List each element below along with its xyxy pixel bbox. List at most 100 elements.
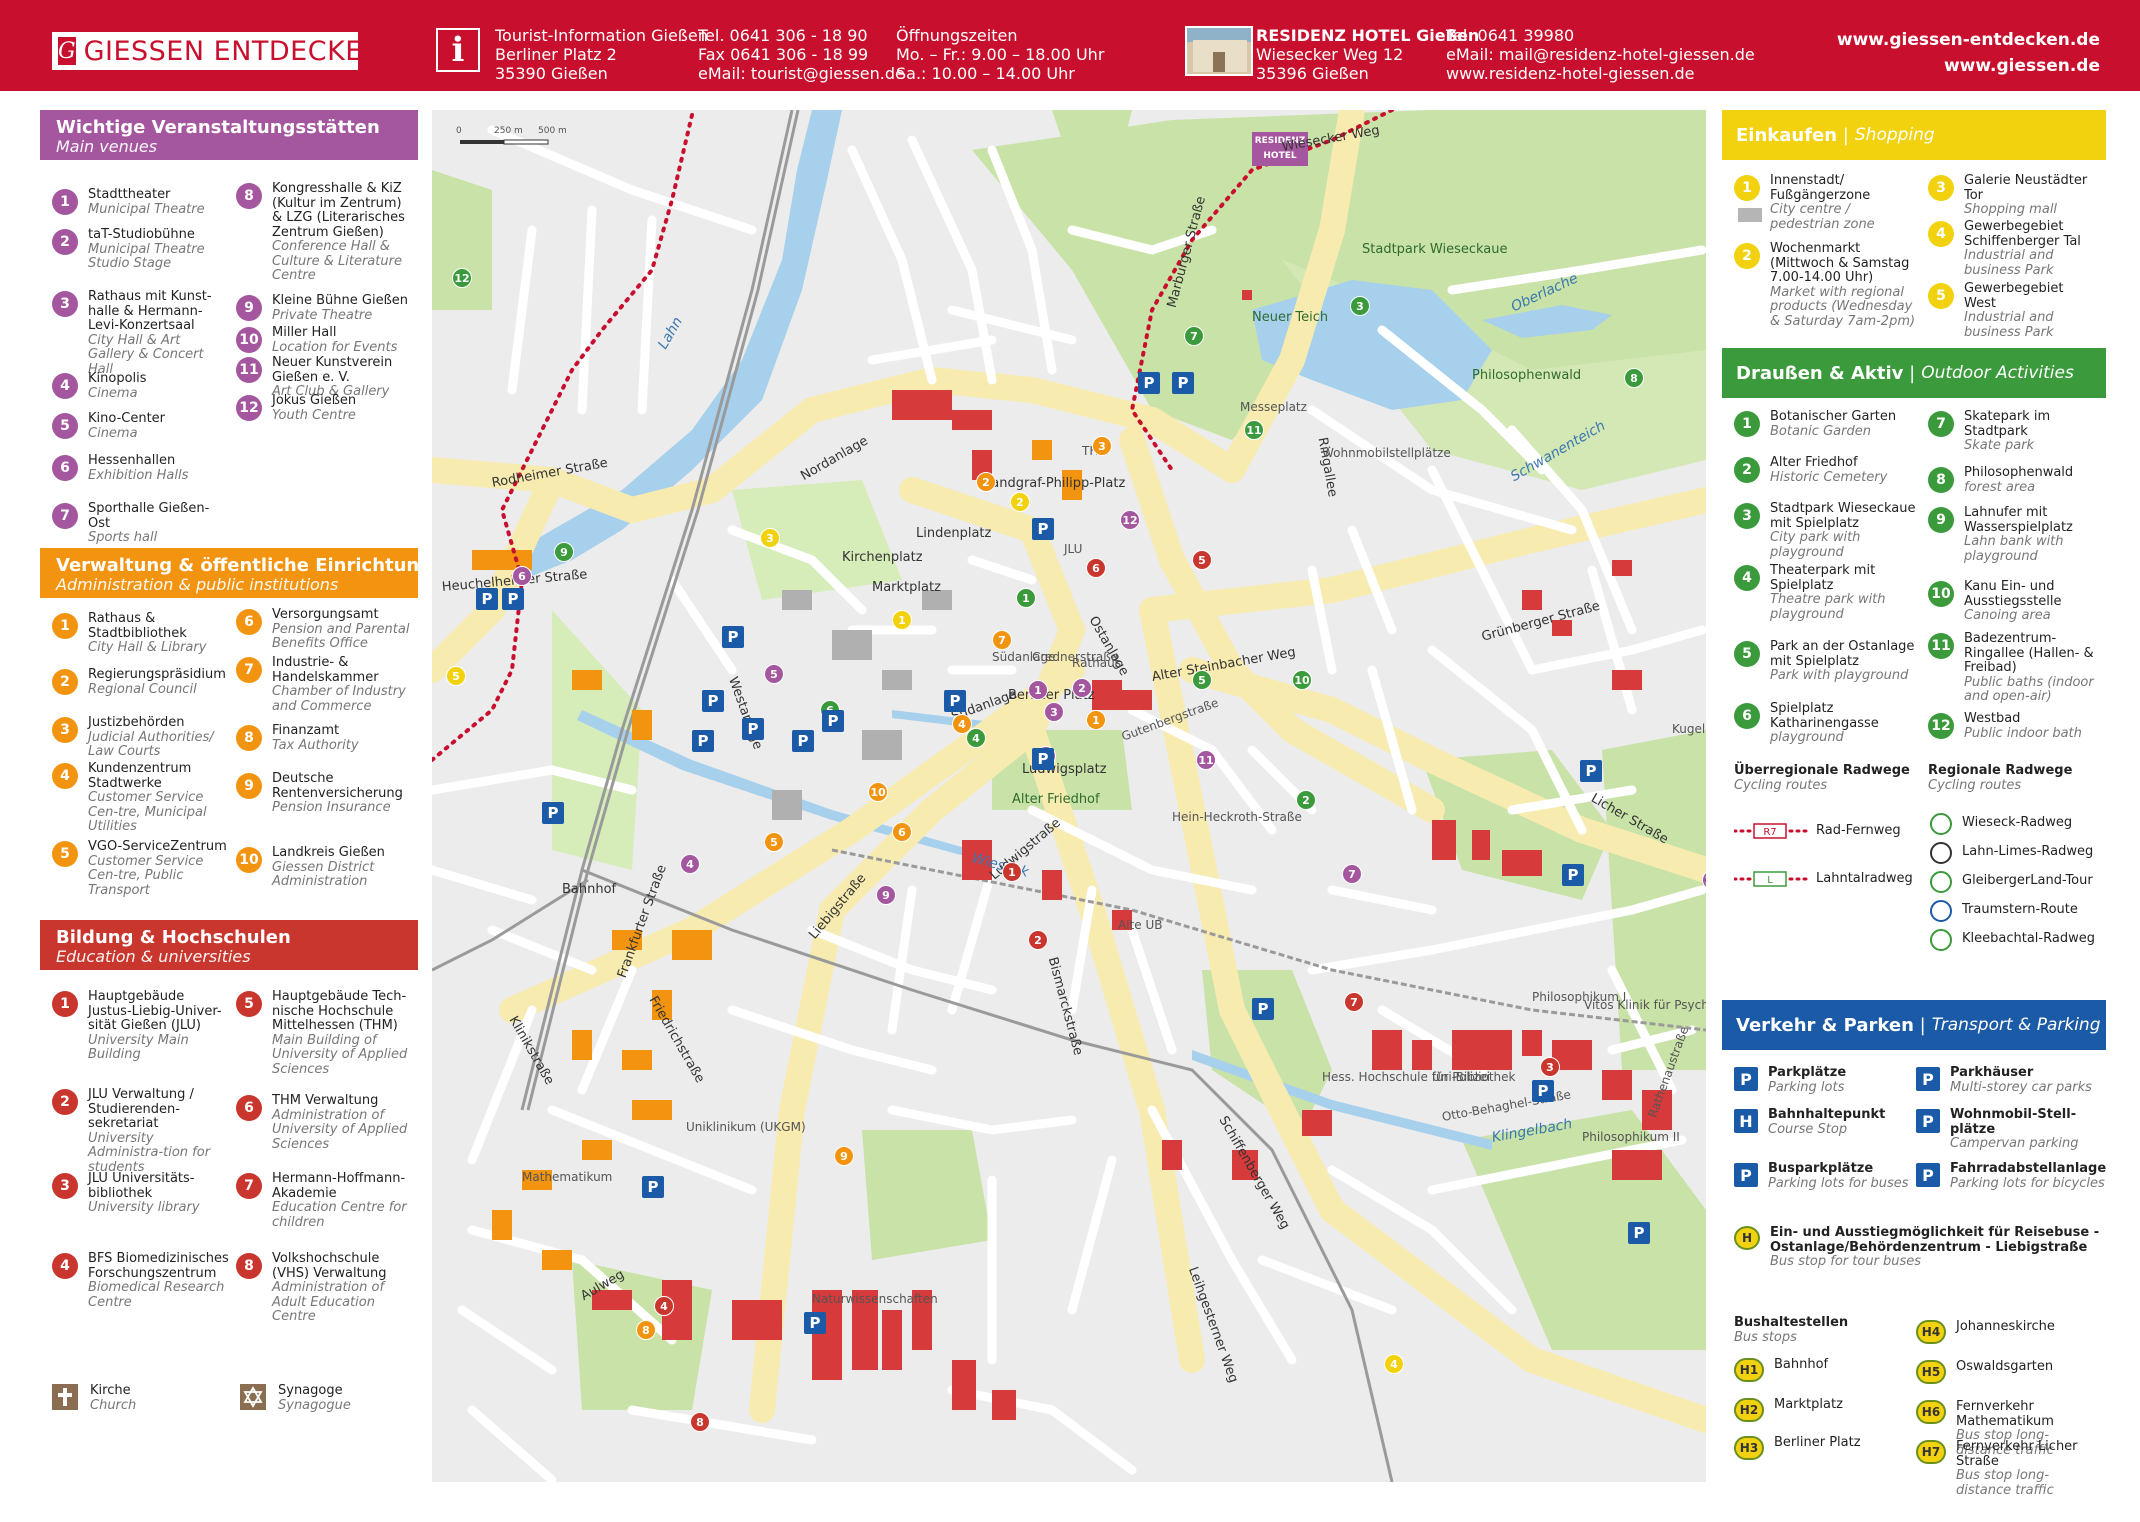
bus-stop-icon: H5 (1916, 1360, 1946, 1384)
hotel-web-link[interactable]: www.residenz-hotel-giessen.de (1446, 64, 1755, 83)
shopping-marker-3[interactable]: 3 (760, 528, 780, 548)
tourist-email-link[interactable]: eMail: tourist@giessen.de (698, 64, 905, 83)
outdoor-marker-4[interactable]: 4 (966, 728, 986, 748)
shopping-marker-2[interactable]: 2 (1010, 492, 1030, 512)
outdoor-item-9: 9 Lahnufer mit Wasserspielplatz Lahn bank … (1928, 505, 2102, 564)
parking-icon[interactable]: P (1172, 372, 1194, 394)
number-badge: 8 (236, 183, 262, 209)
education-item-3: 3 JLU Universitäts-bibliothek University l… (52, 1171, 232, 1216)
venues-marker-4[interactable]: 4 (680, 854, 700, 874)
outdoor-marker-3[interactable]: 3 (1350, 296, 1370, 316)
parking-icon[interactable]: P (722, 626, 744, 648)
education-marker-6[interactable]: 6 (1086, 558, 1106, 578)
web-link-giessen[interactable]: www.giessen.de (1944, 56, 2100, 76)
admin-marker-10[interactable]: 10 (868, 782, 888, 802)
shopping-header: Einkaufen | Shopping (1722, 110, 2106, 160)
regional-route-0: Wieseck-Radweg (1930, 812, 2072, 835)
outdoor-marker-9[interactable]: 9 (554, 542, 574, 562)
shopping-marker-1[interactable]: 1 (892, 610, 912, 630)
parking-icon[interactable]: P (476, 588, 498, 610)
venues-marker-1[interactable]: 1 (1028, 680, 1048, 700)
number-badge: 4 (1734, 565, 1760, 591)
admin-marker-6[interactable]: 6 (892, 822, 912, 842)
education-item-7: 7 Hermann-Hoffmann-Akademie Education Cent… (236, 1171, 418, 1230)
venues-marker-2[interactable]: 2 (1072, 678, 1092, 698)
education-marker-8[interactable]: 8 (690, 1412, 710, 1432)
venues-marker-5[interactable]: 5 (764, 664, 784, 684)
giessen-logo[interactable]: G GIESSEN ENTDECKEN (52, 32, 383, 70)
outdoor-marker-5[interactable]: 5 (1192, 670, 1212, 690)
parking-icon[interactable]: P (702, 690, 724, 712)
outdoor-marker-12[interactable]: 12 (452, 268, 472, 288)
bus-parking-icon: P (1734, 1163, 1758, 1187)
residenz-hotel-marker[interactable]: RESIDENZ HOTEL (1252, 132, 1308, 166)
number-badge: 5 (52, 841, 78, 867)
venues-marker-11[interactable]: 11 (1196, 750, 1216, 770)
outdoor-marker-11[interactable]: 11 (1244, 420, 1264, 440)
venues-marker-9[interactable]: 9 (876, 885, 896, 905)
education-marker-4[interactable]: 4 (654, 1296, 674, 1316)
venues-marker-12[interactable]: 12 (1120, 510, 1140, 530)
parking-icon[interactable]: P (502, 588, 524, 610)
parking-icon[interactable]: P (804, 1312, 826, 1334)
parking-icon[interactable]: P (642, 1176, 664, 1198)
admin-marker-8[interactable]: 8 (636, 1320, 656, 1340)
outdoor-marker-2[interactable]: 2 (1296, 790, 1316, 810)
parking-icon[interactable]: P (1532, 1080, 1554, 1102)
city-map[interactable]: 0 250 m 500 m RESIDENZ HOTEL Lahn Wieseck… (432, 110, 1706, 1482)
number-badge: 2 (52, 669, 78, 695)
venue-item-12: 12 Jokus Gießen Youth Centre (236, 393, 414, 423)
admin-item-4: 4 Kundenzentrum Stadtwerke Customer Servic… (52, 761, 232, 835)
education-marker-7[interactable]: 7 (1344, 992, 1364, 1012)
parking-icon[interactable]: P (1138, 372, 1160, 394)
admin-marker-9[interactable]: 9 (834, 1146, 854, 1166)
parking-icon[interactable]: P (944, 690, 966, 712)
parking-icon[interactable]: P (1628, 1222, 1650, 1244)
number-badge: 5 (52, 413, 78, 439)
admin-marker-5[interactable]: 5 (764, 832, 784, 852)
outdoor-marker-10[interactable]: 10 (1292, 670, 1312, 690)
parking-icon[interactable]: P (1562, 864, 1584, 886)
education-marker-3[interactable]: 3 (1540, 1057, 1560, 1077)
route-lahntal-legend: L Lahntalradweg (1734, 870, 1913, 888)
venues-marker-7[interactable]: 7 (1342, 864, 1362, 884)
education-marker-5[interactable]: 5 (1192, 550, 1212, 570)
parking-icon[interactable]: P (542, 802, 564, 824)
education-marker-2[interactable]: 2 (1028, 930, 1048, 950)
number-badge: 3 (52, 717, 78, 743)
number-badge: 2 (1734, 243, 1760, 269)
parking-icon[interactable]: P (822, 710, 844, 732)
transport-item-4: P Wohnmobil-Stell-plätze Campervan parking (1916, 1107, 2094, 1152)
outdoor-marker-8[interactable]: 8 (1624, 368, 1644, 388)
parking-icon[interactable]: P (792, 730, 814, 752)
transport-item-0: P Parkplätze Parking lots (1734, 1065, 1912, 1095)
map-canvas (432, 110, 1706, 1482)
number-badge: 3 (1734, 503, 1760, 529)
admin-marker-1[interactable]: 1 (1086, 710, 1106, 730)
shopping-marker-5[interactable]: 5 (446, 666, 466, 686)
venues-marker-3[interactable]: 3 (1044, 702, 1064, 722)
admin-marker-7[interactable]: 7 (992, 630, 1012, 650)
parking-icon[interactable]: P (692, 730, 714, 752)
outdoor-marker-1[interactable]: 1 (1016, 588, 1036, 608)
number-badge: 12 (1928, 713, 1954, 739)
parking-icon[interactable]: P (742, 718, 764, 740)
outdoor-marker-7[interactable]: 7 (1184, 326, 1204, 346)
web-link-entdecken[interactable]: www.giessen-entdecken.de (1837, 30, 2100, 50)
outdoor-item-4: 4 Theaterpark mit Spielplatz Theatre park … (1734, 563, 1918, 622)
number-badge: 4 (52, 373, 78, 399)
parking-icon[interactable]: P (1252, 998, 1274, 1020)
venue-item-9: 9 Kleine Bühne Gießen Private Theatre (236, 293, 414, 323)
parking-icon[interactable]: P (1032, 518, 1054, 540)
shopping-marker-4[interactable]: 4 (1384, 1354, 1404, 1374)
venues-marker-6[interactable]: 6 (512, 566, 532, 586)
info-icon: i (436, 28, 480, 72)
parking-icon[interactable]: P (1580, 760, 1602, 782)
opening-hours: Öffnungszeiten Mo. – Fr.: 9.00 – 18.00 U… (896, 26, 1105, 83)
education-marker-1[interactable]: 1 (1002, 862, 1022, 882)
admin-marker-2[interactable]: 2 (976, 472, 996, 492)
parking-icon[interactable]: P (1032, 748, 1054, 770)
outdoor-item-5: 5 Park an der Ostanlage mit Spielplatz Par… (1734, 639, 1918, 684)
admin-marker-3[interactable]: 3 (1092, 436, 1112, 456)
hotel-email-link[interactable]: eMail: mail@residenz-hotel-giessen.de (1446, 45, 1755, 64)
